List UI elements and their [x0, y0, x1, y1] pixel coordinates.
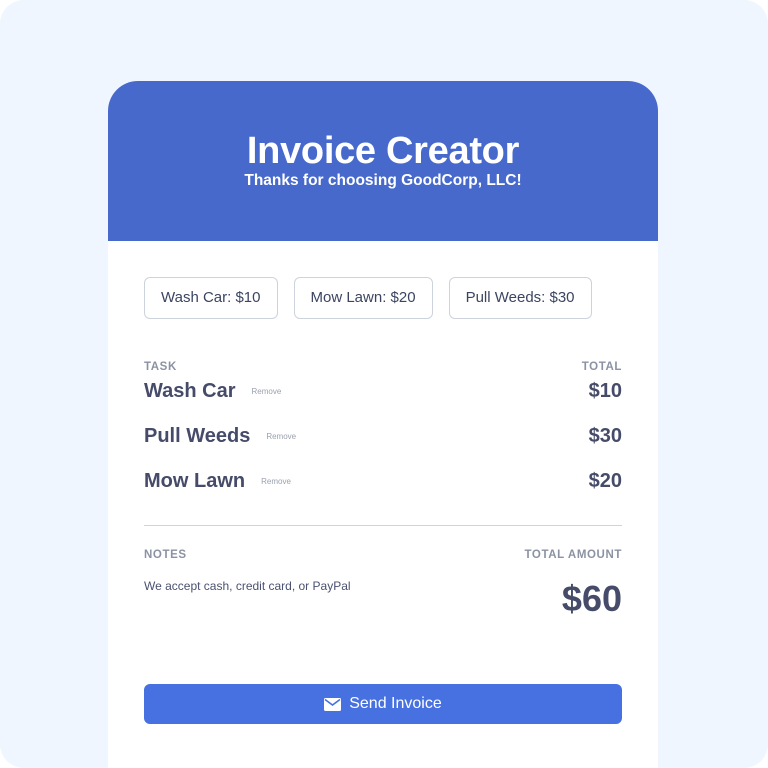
summary-header: NOTES TOTAL AMOUNT [144, 549, 622, 561]
table-row: Mow Lawn Remove $20 [144, 456, 622, 506]
envelope-icon [324, 697, 342, 711]
summary-row: We accept cash, credit card, or PayPal $… [144, 578, 622, 620]
add-mow-lawn-button[interactable]: Mow Lawn: $20 [293, 277, 433, 319]
add-pull-weeds-button[interactable]: Pull Weeds: $30 [448, 277, 592, 319]
task-name: Wash Car [144, 379, 236, 402]
add-wash-car-button[interactable]: Wash Car: $10 [144, 277, 278, 319]
task-button-group: Wash Car: $10 Mow Lawn: $20 Pull Weeds: … [144, 277, 622, 319]
table-row: Wash Car Remove $10 [144, 366, 622, 416]
task-name: Mow Lawn [144, 469, 246, 492]
invoice-body: Wash Car: $10 Mow Lawn: $20 Pull Weeds: … [108, 241, 658, 724]
task-price: $20 [588, 469, 622, 492]
send-invoice-label: Send Invoice [349, 695, 442, 712]
task-column-header: TASK [144, 361, 177, 373]
task-price: $10 [588, 379, 622, 402]
divider [144, 525, 622, 526]
total-amount: $60 [561, 578, 622, 619]
remove-link[interactable]: Remove [261, 477, 291, 486]
send-invoice-button[interactable]: Send Invoice [144, 684, 622, 724]
table-row: Pull Weeds Remove $30 [144, 411, 622, 461]
invoice-card: Invoice Creator Thanks for choosing Good… [108, 81, 658, 768]
page-title: Invoice Creator [246, 130, 520, 172]
page-background: Invoice Creator Thanks for choosing Good… [0, 0, 768, 768]
remove-link[interactable]: Remove [252, 387, 282, 396]
page-subtitle: Thanks for choosing GoodCorp, LLC! [244, 172, 522, 189]
total-column-header: TOTAL [581, 361, 622, 373]
remove-link[interactable]: Remove [266, 432, 296, 441]
invoice-header: Invoice Creator Thanks for choosing Good… [108, 81, 658, 241]
task-name: Pull Weeds [144, 424, 251, 447]
task-list: Wash Car Remove $10 Pull Weeds Remove $3… [144, 366, 622, 506]
notes-text: We accept cash, credit card, or PayPal [144, 579, 351, 593]
total-amount-header: TOTAL AMOUNT [524, 549, 622, 561]
task-price: $30 [588, 424, 622, 447]
notes-header: NOTES [144, 549, 187, 561]
